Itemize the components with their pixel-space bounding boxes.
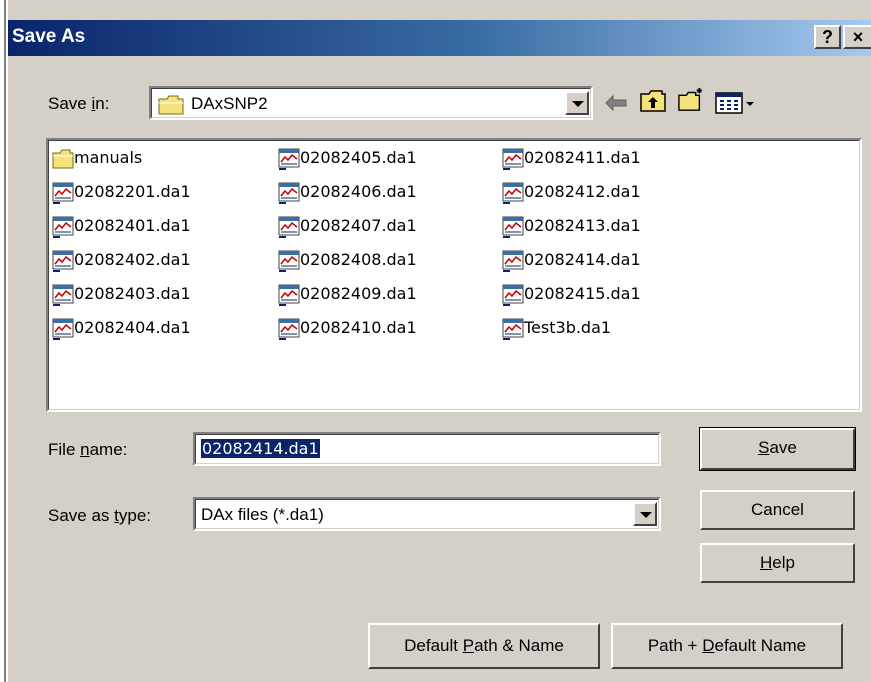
folder-icon — [158, 95, 184, 115]
file-name-label: File name: — [48, 440, 128, 459]
da1-file-icon — [278, 250, 300, 272]
file-name-text: 02082401.da1 — [74, 216, 191, 235]
da1-file-icon — [278, 284, 300, 306]
da1-file-icon — [278, 318, 300, 340]
da1-file-icon — [278, 148, 300, 170]
da1-file-icon — [502, 318, 524, 340]
file-name-text: 02082402.da1 — [74, 250, 191, 269]
help-caption-button[interactable]: ? — [814, 25, 841, 49]
da1-file-icon — [278, 182, 300, 204]
back-arrow-icon[interactable] — [600, 90, 630, 116]
new-folder-icon[interactable] — [676, 86, 706, 112]
view-menu-icon[interactable] — [714, 90, 758, 116]
file-name-value: 02082414.da1 — [201, 439, 320, 458]
da1-file-icon — [52, 250, 74, 272]
da1-file-icon — [502, 284, 524, 306]
save-in-combo[interactable]: DAxSNP2 — [149, 86, 593, 120]
file-name-text: 02082410.da1 — [300, 318, 417, 337]
file-name-text: 02082412.da1 — [524, 182, 641, 201]
save-button[interactable]: Save — [699, 427, 856, 471]
save-in-label: Save in: — [48, 94, 110, 113]
file-name-text: Test3b.da1 — [524, 318, 612, 337]
file-name-text: 02082405.da1 — [300, 148, 417, 167]
save-as-type-value: DAx files (*.da1) — [201, 505, 324, 524]
file-name-text: 02082408.da1 — [300, 250, 417, 269]
file-name-text: 02082404.da1 — [74, 318, 191, 337]
file-name-text: 02082201.da1 — [74, 182, 191, 201]
title-bar[interactable]: Save As ? × — [8, 20, 871, 56]
da1-file-icon — [278, 216, 300, 238]
da1-file-icon — [502, 182, 524, 204]
save-as-type-label: Save as type: — [48, 506, 152, 525]
cancel-button[interactable]: Cancel — [700, 490, 855, 530]
file-name-text: 02082403.da1 — [74, 284, 191, 303]
close-caption-button[interactable]: × — [843, 25, 871, 49]
file-name-text: 02082406.da1 — [300, 182, 417, 201]
da1-file-icon — [52, 216, 74, 238]
file-list[interactable]: manuals 02082201.da1 02082401.da1 02082402.… — [46, 138, 862, 412]
save-as-dialog: Save As ? × Save in: DAxSNP2 manuals 0208… — [6, 0, 871, 682]
file-name-text: 02082409.da1 — [300, 284, 417, 303]
file-name-text: 02082411.da1 — [524, 148, 641, 167]
da1-file-icon — [502, 216, 524, 238]
save-as-type-select[interactable]: DAx files (*.da1) — [193, 497, 661, 531]
default-path-name-button[interactable]: Default Path & Name — [368, 623, 600, 669]
file-name-text: manuals — [74, 148, 143, 167]
da1-file-icon — [52, 284, 74, 306]
save-in-dropdown-button[interactable] — [565, 91, 589, 115]
da1-file-icon — [52, 182, 74, 204]
da1-file-icon — [502, 250, 524, 272]
file-name-text: 02082413.da1 — [524, 216, 641, 235]
folder-icon — [52, 149, 74, 169]
path-default-name-button[interactable]: Path + Default Name — [611, 623, 843, 669]
da1-file-icon — [502, 148, 524, 170]
help-button[interactable]: Help — [700, 543, 855, 583]
da1-file-icon — [52, 318, 74, 340]
file-name-text: 02082414.da1 — [524, 250, 641, 269]
file-name-text: 02082407.da1 — [300, 216, 417, 235]
dialog-title: Save As — [12, 26, 86, 47]
save-as-type-dropdown-button[interactable] — [633, 502, 657, 526]
file-name-input[interactable]: 02082414.da1 — [193, 432, 661, 466]
up-one-level-icon[interactable] — [638, 88, 668, 114]
file-name-text: 02082415.da1 — [524, 284, 641, 303]
save-in-value: DAxSNP2 — [191, 94, 268, 113]
